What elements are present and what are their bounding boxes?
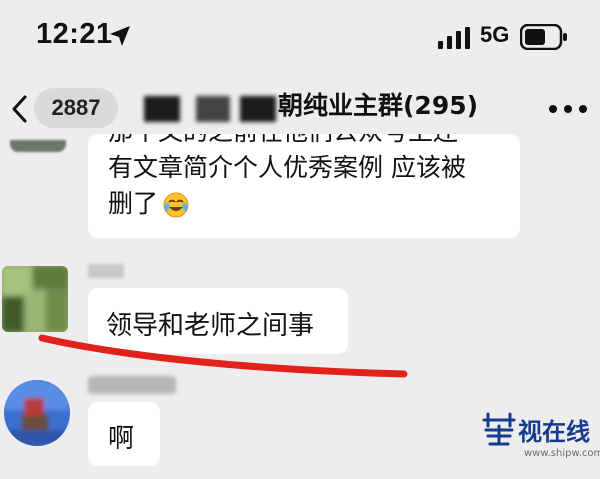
watermark: 视在线 www.shipw.com xyxy=(480,410,600,472)
message-text: 啊 xyxy=(108,424,135,454)
watermark-brand: 视在线 xyxy=(518,417,590,446)
location-arrow-icon xyxy=(110,26,130,46)
sender-name-redacted xyxy=(88,376,176,394)
redacted-title-block xyxy=(240,96,276,122)
status-bar: 12:21 5G xyxy=(0,0,600,70)
redacted-title-block xyxy=(196,96,230,122)
avatar-image xyxy=(2,266,68,332)
avatar[interactable] xyxy=(2,266,68,332)
redacted-title-block xyxy=(144,96,180,122)
avatar[interactable] xyxy=(4,380,70,446)
message-line: 有文章简介个人优秀案例 应该被 xyxy=(108,153,466,182)
message-partial-line: 那个文的之前在他们公众号上还 xyxy=(108,134,518,150)
sender-name-redacted xyxy=(88,264,124,278)
message-bubble[interactable]: 啊 xyxy=(88,402,160,466)
unread-count-badge[interactable]: 2887 xyxy=(34,88,118,128)
back-chevron-icon[interactable] xyxy=(10,94,28,124)
network-type: 5G xyxy=(480,22,510,47)
battery-icon xyxy=(520,24,567,50)
watermark-logo-icon xyxy=(482,412,516,446)
message-line-with-emoji: 删了 xyxy=(108,186,518,222)
message-text: 领导和老师之间事 xyxy=(106,311,315,341)
watermark-url: www.shipw.com xyxy=(524,448,600,459)
message-text: 那个文的之前在他们公众号上还 有文章简介个人优秀案例 应该被 删了 xyxy=(108,134,518,222)
avatar-image xyxy=(4,380,70,446)
status-time: 12:21 xyxy=(36,18,113,50)
chat-title[interactable]: 朝纯业主群(295) xyxy=(278,86,478,122)
laughing-crying-emoji-icon xyxy=(163,192,189,218)
message-bubble[interactable]: 那个文的之前在他们公众号上还 有文章简介个人优秀案例 应该被 删了 xyxy=(88,134,520,238)
more-options-icon[interactable] xyxy=(548,104,588,114)
chat-header: 2887 朝纯业主群(295) xyxy=(0,70,600,140)
signal-icon xyxy=(438,27,470,49)
message-bubble[interactable]: 领导和老师之间事 xyxy=(88,288,348,354)
avatar[interactable] xyxy=(10,140,66,152)
